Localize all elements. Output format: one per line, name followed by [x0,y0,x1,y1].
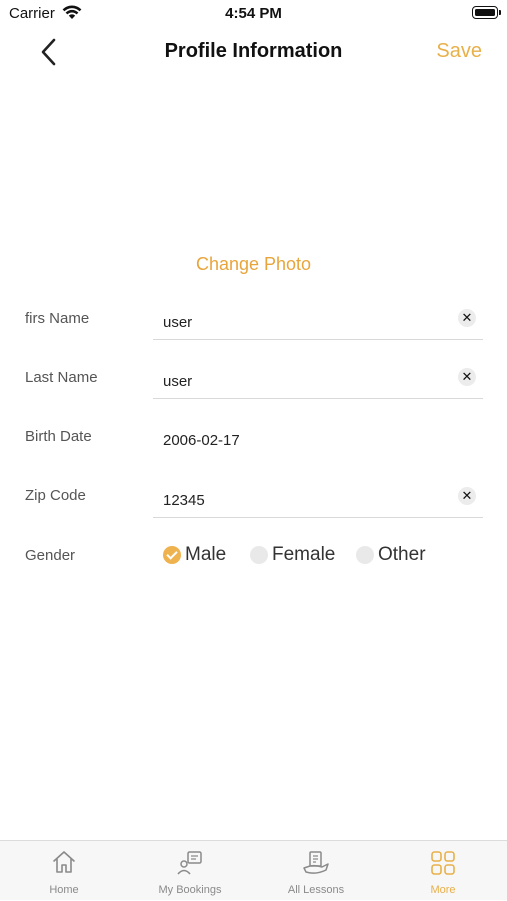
battery-icon [472,6,498,19]
tab-bar: Home My Bookings All Lessons More [0,840,507,900]
tab-label: My Bookings [158,884,222,896]
first-name-label: firs Name [25,310,90,327]
tab-label: All Lessons [287,884,345,896]
radio-unchecked-icon [250,546,268,564]
tab-all-lessons[interactable]: All Lessons [253,841,379,901]
page-title: Profile Information [164,40,343,62]
clear-icon[interactable]: ✕ [458,368,476,386]
save-button[interactable]: Save [436,40,482,63]
lessons-icon [303,851,329,874]
change-photo-button[interactable]: Change Photo [0,254,507,275]
clock: 4:54 PM [225,5,282,22]
radio-label: Female [272,544,336,565]
last-name-field[interactable] [153,365,483,399]
last-name-label: Last Name [25,369,98,386]
radio-unchecked-icon [356,546,374,564]
tab-more[interactable]: More [380,841,506,901]
radio-label: Other [378,544,426,565]
tab-home[interactable]: Home [1,841,127,901]
grid-icon [431,851,455,875]
gender-label: Gender [25,547,76,564]
gender-radio-female[interactable]: Female [250,544,335,566]
clear-icon[interactable]: ✕ [458,487,476,505]
bookings-icon [177,851,202,875]
birth-date-value[interactable]: 2006-02-17 [163,432,240,449]
birth-date-label: Birth Date [25,428,92,445]
clear-icon[interactable]: ✕ [458,309,476,327]
tab-label: Home [49,884,79,896]
battery-cap [499,10,501,15]
status-bar: Carrier 4:54 PM [0,0,507,28]
first-name-field[interactable] [153,306,483,340]
home-icon [53,851,75,873]
tab-label: More [430,884,456,896]
radio-label: Male [185,544,227,565]
gender-radio-male[interactable]: Male [163,544,226,566]
zip-code-field[interactable] [153,484,483,518]
gender-radio-other[interactable]: Other [356,544,426,566]
radio-checked-icon [163,546,181,564]
tab-my-bookings[interactable]: My Bookings [127,841,253,901]
zip-code-label: Zip Code [25,487,86,504]
